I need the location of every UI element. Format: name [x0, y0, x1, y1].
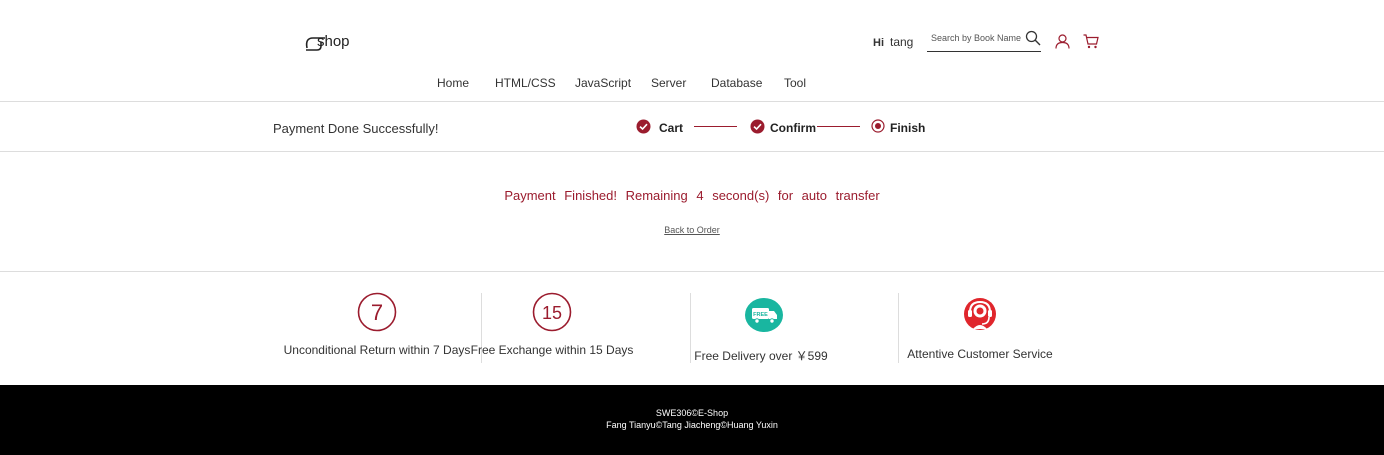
- search-icon[interactable]: [1025, 30, 1041, 51]
- fifteen-day-exchange-icon: 15: [448, 292, 656, 332]
- badge-text: 7: [371, 300, 383, 325]
- service-customer: Attentive Customer Service: [876, 292, 1084, 366]
- badge-text: 15: [542, 303, 562, 323]
- service-label: Attentive Customer Service: [907, 347, 1053, 361]
- payment-status-message: Payment Done Successfully!: [273, 121, 439, 136]
- step-connector: [694, 126, 737, 127]
- footer: SWE306©E-Shop Fang Tianyu©Tang Jiacheng©…: [0, 385, 1384, 455]
- footer-authors: Fang Tianyu©Tang Jiacheng©Huang Yuxin: [606, 420, 778, 430]
- step-label: Cart: [659, 121, 684, 135]
- payment-finished-message: Payment Finished! Remaining 4 second(s) …: [504, 188, 880, 203]
- divider: [0, 101, 1384, 102]
- user-icon[interactable]: [1055, 34, 1070, 54]
- nav-item-html-css[interactable]: HTML/CSS: [495, 76, 556, 90]
- customer-service-icon: [876, 296, 1084, 334]
- divider: [0, 271, 1384, 272]
- check-circle-icon: [636, 119, 651, 137]
- greeting-prefix: Hi: [873, 37, 884, 49]
- nav-item-javascript[interactable]: JavaScript: [575, 76, 631, 90]
- nav-item-database[interactable]: Database: [711, 76, 762, 90]
- footer-copyright: SWE306©E-Shop: [655, 408, 729, 418]
- main-nav: Home HTML/CSS JavaScript Server Database…: [0, 76, 1384, 92]
- check-circle-icon: [750, 119, 765, 137]
- current-step-circle-icon: [871, 119, 885, 136]
- eshop-logo[interactable]: shop: [303, 30, 377, 54]
- nav-item-home[interactable]: Home: [437, 76, 469, 90]
- nav-item-tool[interactable]: Tool: [784, 76, 806, 90]
- service-delivery: FREE Free Delivery over ￥599: [660, 292, 868, 366]
- step-label: Finish: [890, 120, 926, 135]
- svg-text:shop: shop: [317, 33, 350, 50]
- service-exchange: 15 Free Exchange within 15 Days: [448, 292, 656, 366]
- nav-item-server[interactable]: Server: [651, 76, 686, 90]
- user-greeting: Hi tang: [873, 35, 913, 49]
- step-cart: Cart: [636, 119, 683, 137]
- badge-text: FREE: [753, 312, 768, 318]
- free-delivery-truck-icon: FREE: [660, 297, 868, 333]
- username: tang: [890, 35, 914, 49]
- search-input[interactable]: [927, 29, 1023, 47]
- search-box[interactable]: [927, 28, 1041, 52]
- back-to-order-link[interactable]: Back to Order: [0, 225, 1384, 235]
- service-label: Free Delivery over ￥599: [694, 349, 828, 363]
- step-label: Confirm: [770, 121, 816, 135]
- step-finish: Finish: [871, 119, 925, 136]
- divider: [0, 151, 1384, 152]
- step-connector: [817, 126, 860, 127]
- service-label: Free Exchange within 15 Days: [470, 343, 634, 357]
- cart-icon[interactable]: [1083, 34, 1099, 54]
- step-confirm: Confirm: [750, 119, 816, 137]
